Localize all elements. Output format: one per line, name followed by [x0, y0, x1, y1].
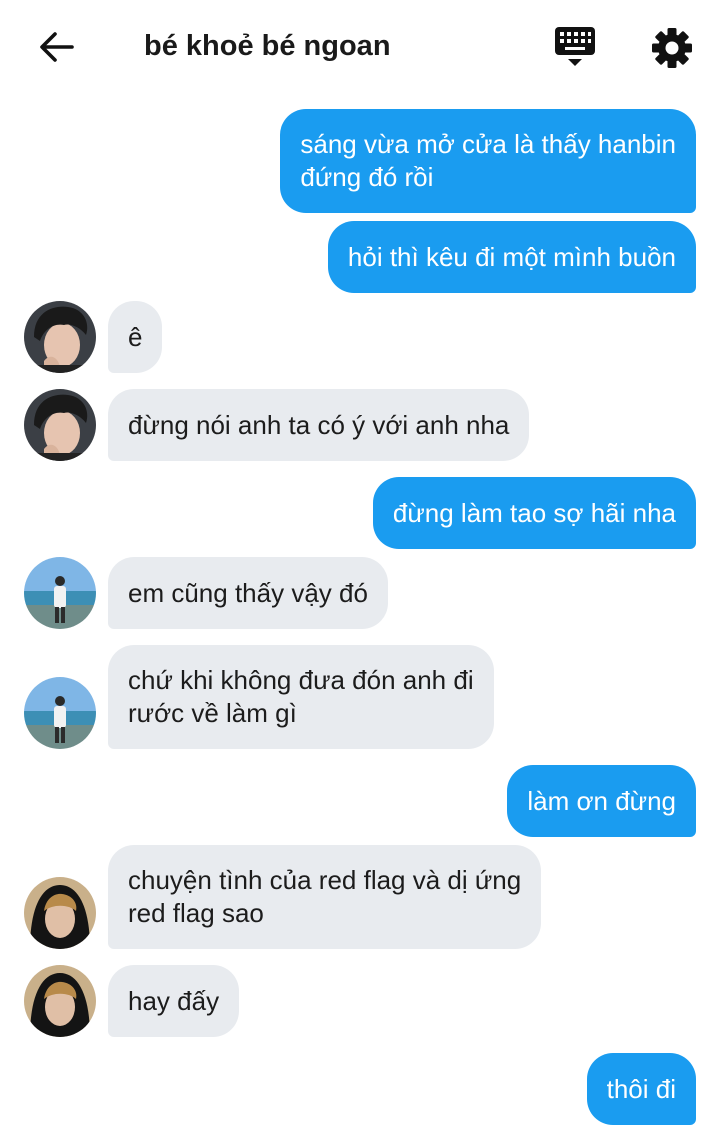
- message-line: hay đấy: [128, 985, 220, 1016]
- avatar[interactable]: [24, 557, 96, 629]
- avatar-beach: [24, 677, 96, 749]
- settings-button[interactable]: [648, 24, 696, 72]
- avatar[interactable]: [24, 301, 96, 373]
- chat-title: bé khoẻ bé ngoan: [144, 30, 391, 62]
- back-button[interactable]: [30, 24, 82, 70]
- arrow-left-icon: [40, 32, 74, 62]
- incoming-message[interactable]: em cũng thấy vậy đó: [108, 557, 388, 629]
- avatar[interactable]: [24, 877, 96, 949]
- outgoing-message[interactable]: hỏi thì kêu đi một mình buồn: [327, 221, 696, 293]
- avatar[interactable]: [24, 965, 96, 1037]
- message-line: hỏi thì kêu đi một mình buồn: [347, 241, 676, 272]
- incoming-message[interactable]: đừng nói anh ta có ý với anh nha: [108, 389, 530, 461]
- avatar[interactable]: [24, 389, 96, 461]
- incoming-message[interactable]: ê: [108, 301, 163, 373]
- avatar-dark-hair: [24, 389, 96, 461]
- message-line: chuyện tình của red flag và dị ứng: [128, 865, 522, 895]
- message-line: em cũng thấy vậy đó: [128, 577, 368, 608]
- gear-icon: [652, 28, 692, 68]
- avatar-hood: [24, 965, 96, 1037]
- chat-header: bé khoẻ bé ngoan: [0, 0, 720, 92]
- avatar-dark-hair: [24, 301, 96, 373]
- avatar-beach: [24, 557, 96, 629]
- message-line: red flag sao: [128, 898, 264, 928]
- incoming-message[interactable]: hay đấy: [108, 965, 240, 1037]
- message-line: ê: [128, 321, 143, 352]
- message-line: sáng vừa mở cửa là thấy hanbin: [300, 129, 676, 159]
- message-line: rước về làm gì: [128, 698, 297, 728]
- outgoing-message[interactable]: sáng vừa mở cửa là thấy hanbin đứng đó r…: [280, 109, 696, 213]
- message-line: đừng làm tao sợ hãi nha: [392, 497, 676, 528]
- message-line: đừng nói anh ta có ý với anh nha: [128, 409, 510, 440]
- message-line: đứng đó rồi: [300, 162, 434, 192]
- avatar[interactable]: [24, 677, 96, 749]
- avatar-hood: [24, 877, 96, 949]
- message-line: làm ơn đừng: [527, 785, 676, 816]
- outgoing-message[interactable]: làm ơn đừng: [507, 765, 696, 837]
- keyboard-button[interactable]: [552, 22, 602, 72]
- message-line: thôi đi: [606, 1073, 676, 1104]
- incoming-message[interactable]: chứ khi không đưa đón anh đi rước về làm…: [108, 645, 494, 749]
- outgoing-message[interactable]: đừng làm tao sợ hãi nha: [372, 477, 696, 549]
- message-line: chứ khi không đưa đón anh đi: [128, 665, 474, 695]
- incoming-message[interactable]: chuyện tình của red flag và dị ứng red f…: [108, 845, 542, 949]
- outgoing-message[interactable]: thôi đi: [586, 1053, 696, 1125]
- keyboard-icon: [555, 27, 595, 66]
